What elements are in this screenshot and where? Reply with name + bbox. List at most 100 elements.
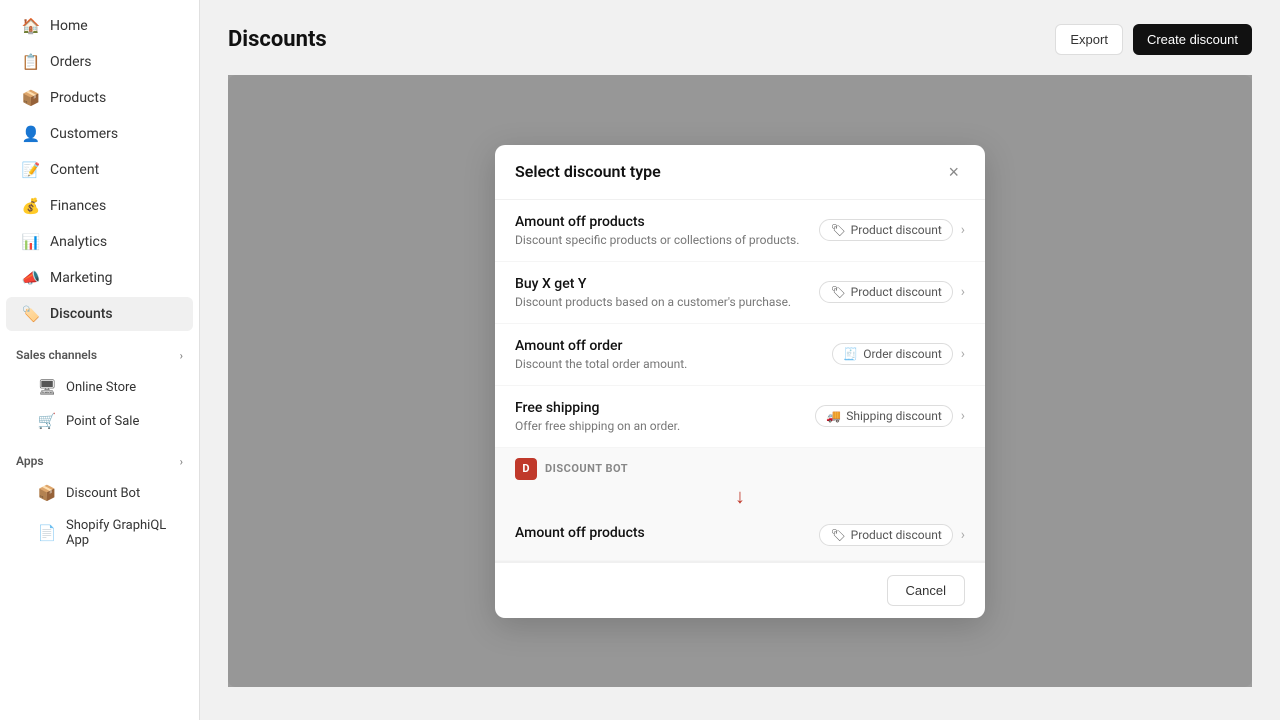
modal-overlay: Select discount type × Amount off produc… (228, 75, 1252, 687)
modal-item-free-shipping[interactable]: Free shipping Offer free shipping on an … (495, 386, 985, 448)
analytics-icon: 📊 (22, 233, 40, 251)
product-discount-badge-bot: 🏷 Product discount (819, 524, 952, 546)
graphiql-icon: 📄 (38, 524, 56, 542)
modal-header: Select discount type × (495, 145, 985, 200)
sidebar-item-label: Discounts (50, 306, 113, 322)
product-discount-badge-1: 🏷 Product discount (819, 219, 952, 241)
modal-item-buy-x-get-y[interactable]: Buy X get Y Discount products based on a… (495, 262, 985, 324)
modal-item-title: Free shipping (515, 400, 815, 416)
sidebar-item-label: Customers (50, 126, 118, 142)
sidebar-item-products[interactable]: 📦 Products (6, 81, 193, 115)
sidebar-item-point-of-sale[interactable]: 🛒 Point of Sale (6, 405, 193, 437)
home-icon: 🏠 (22, 17, 40, 35)
sidebar-item-online-store[interactable]: 🖥 Online Store (6, 371, 193, 403)
export-button[interactable]: Export (1055, 24, 1123, 55)
discount-bot-icon: 📦 (38, 484, 56, 502)
sidebar-item-orders[interactable]: 📋 Orders (6, 45, 193, 79)
tag-icon: 🏷 (830, 223, 845, 237)
sales-channels-arrow-icon: › (180, 349, 183, 362)
discounts-icon: 🏷️ (22, 305, 40, 323)
modal-item-desc: Discount specific products or collection… (515, 233, 819, 247)
products-icon: 📦 (22, 89, 40, 107)
truck-icon: 🚚 (826, 409, 841, 423)
sidebar-item-label: Finances (50, 198, 106, 214)
marketing-icon: 📣 (22, 269, 40, 287)
modal-item-amount-off-products[interactable]: Amount off products Discount specific pr… (495, 200, 985, 262)
sidebar-item-discounts[interactable]: 🏷️ Discounts (6, 297, 193, 331)
apps-section[interactable]: Apps › (0, 446, 199, 476)
discount-bot-app-icon: D (515, 458, 537, 480)
sidebar-item-customers[interactable]: 👤 Customers (6, 117, 193, 151)
product-discount-badge-2: 🏷 Product discount (819, 281, 952, 303)
modal-item-right: 🏷 Product discount › (819, 219, 965, 241)
sidebar-item-label: Online Store (66, 380, 136, 395)
sidebar-item-label: Products (50, 90, 106, 106)
finances-icon: 💰 (22, 197, 40, 215)
main-content: Discounts Export Create discount % (200, 0, 1280, 720)
sidebar: 🏠 Home 📋 Orders 📦 Products 👤 Customers 📝… (0, 0, 200, 720)
create-discount-button[interactable]: Create discount (1133, 24, 1252, 55)
modal-item-left: Amount off order Discount the total orde… (515, 338, 832, 371)
sales-channels-label: Sales channels (16, 348, 97, 362)
sidebar-item-finances[interactable]: 💰 Finances (6, 189, 193, 223)
select-discount-modal: Select discount type × Amount off produc… (495, 145, 985, 618)
sidebar-item-label: Analytics (50, 234, 107, 250)
sidebar-item-content[interactable]: 📝 Content (6, 153, 193, 187)
modal-item-title: Buy X get Y (515, 276, 819, 292)
modal-item-desc: Discount the total order amount. (515, 357, 832, 371)
modal-close-button[interactable]: × (942, 161, 965, 183)
sidebar-item-label: Content (50, 162, 99, 178)
modal-item-left: Amount off products (515, 525, 819, 544)
receipt-icon: 🧾 (843, 347, 858, 361)
point-of-sale-icon: 🛒 (38, 412, 56, 430)
chevron-right-icon-5: › (961, 527, 965, 543)
apps-arrow-icon: › (180, 455, 183, 468)
modal-footer: Cancel (495, 562, 985, 618)
badge-label: Product discount (851, 285, 942, 299)
order-discount-badge: 🧾 Order discount (832, 343, 953, 365)
chevron-right-icon-1: › (961, 222, 965, 238)
badge-label: Order discount (863, 347, 942, 361)
customers-icon: 👤 (22, 125, 40, 143)
modal-item-discount-bot-amount[interactable]: Amount off products 🏷 Product discount › (495, 510, 985, 561)
modal-item-right: 🏷 Product discount › (819, 281, 965, 303)
sidebar-item-discount-bot[interactable]: 📦 Discount Bot (6, 477, 193, 509)
sidebar-item-analytics[interactable]: 📊 Analytics (6, 225, 193, 259)
sidebar-item-label: Discount Bot (66, 486, 140, 501)
badge-label: Product discount (851, 223, 942, 237)
modal-item-amount-off-order[interactable]: Amount off order Discount the total orde… (495, 324, 985, 386)
arrow-down-container: ↓ (495, 486, 985, 510)
cancel-button[interactable]: Cancel (887, 575, 965, 606)
badge-label: Product discount (851, 528, 942, 542)
badge-label: Shipping discount (846, 409, 942, 423)
shipping-discount-badge: 🚚 Shipping discount (815, 405, 953, 427)
arrow-down-icon: ↓ (735, 486, 745, 506)
modal-item-left: Amount off products Discount specific pr… (515, 214, 819, 247)
chevron-right-icon-2: › (961, 284, 965, 300)
tag-icon: 🏷 (830, 285, 845, 299)
modal-item-right: 🚚 Shipping discount › (815, 405, 965, 427)
modal-title: Select discount type (515, 162, 661, 181)
sidebar-item-marketing[interactable]: 📣 Marketing (6, 261, 193, 295)
sidebar-item-home[interactable]: 🏠 Home (6, 9, 193, 43)
main-header: Discounts Export Create discount (228, 24, 1252, 55)
content-area: % Select discount type × (228, 75, 1252, 687)
chevron-right-icon-4: › (961, 408, 965, 424)
sales-channels-section[interactable]: Sales channels › (0, 340, 199, 370)
modal-item-title: Amount off products (515, 525, 819, 541)
sidebar-item-label: Orders (50, 54, 92, 70)
modal-item-title: Amount off products (515, 214, 819, 230)
sidebar-item-label: Home (50, 18, 88, 34)
sidebar-item-graphiql[interactable]: 📄 Shopify GraphiQL App (6, 511, 193, 555)
tag-icon: 🏷 (830, 528, 845, 542)
header-actions: Export Create discount (1055, 24, 1252, 55)
modal-item-right: 🧾 Order discount › (832, 343, 965, 365)
chevron-right-icon-3: › (961, 346, 965, 362)
page-title: Discounts (228, 27, 327, 52)
discount-bot-label: DISCOUNT BOT (545, 462, 628, 475)
modal-item-desc: Offer free shipping on an order. (515, 419, 815, 433)
content-icon: 📝 (22, 161, 40, 179)
modal-item-left: Buy X get Y Discount products based on a… (515, 276, 819, 309)
discount-bot-header: D DISCOUNT BOT (495, 448, 985, 486)
orders-icon: 📋 (22, 53, 40, 71)
